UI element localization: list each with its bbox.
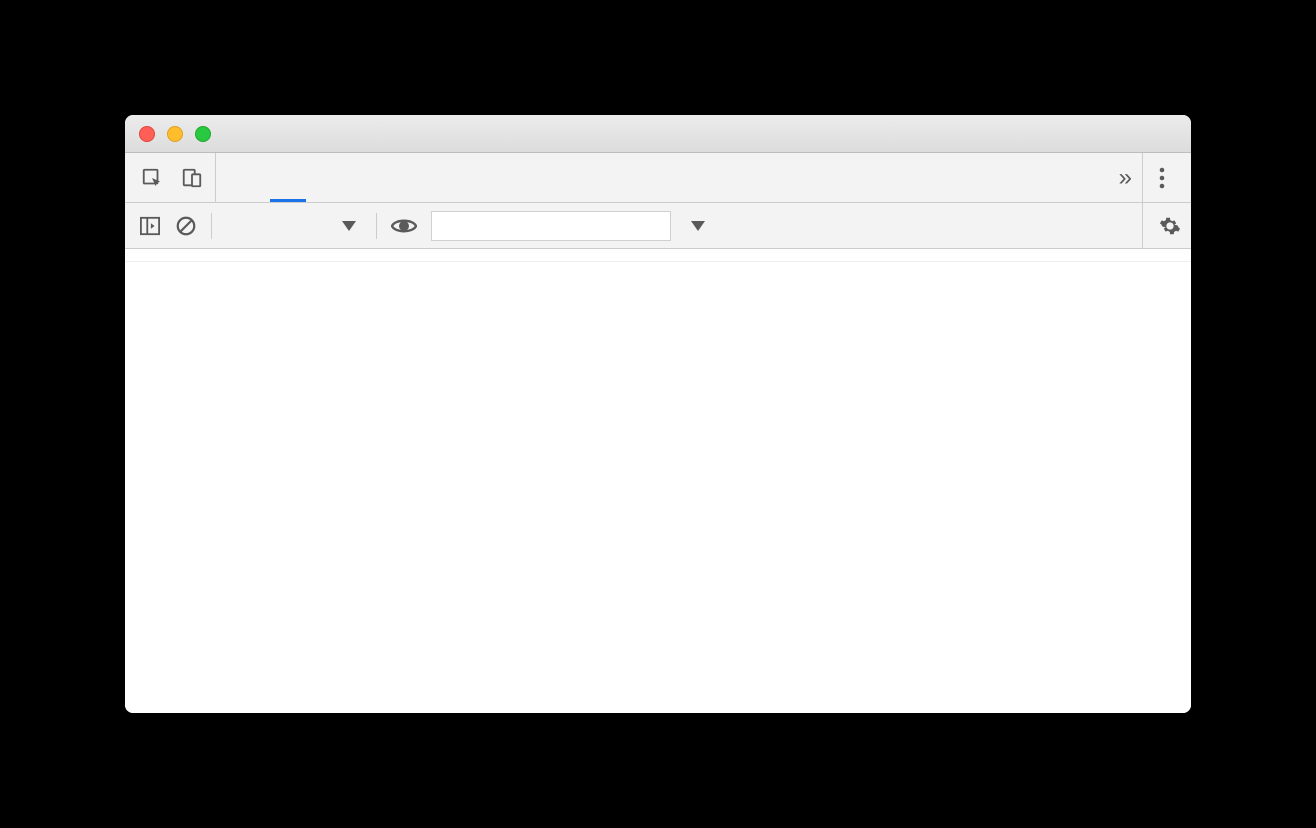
panel-tabbar: » bbox=[125, 153, 1191, 203]
filter-input[interactable] bbox=[431, 211, 671, 241]
log-levels-select[interactable] bbox=[685, 221, 705, 231]
console-prompt[interactable] bbox=[125, 262, 1191, 274]
tab-console[interactable] bbox=[270, 153, 306, 202]
console-output bbox=[125, 249, 1191, 713]
devtools-window: » bbox=[125, 115, 1191, 713]
chevron-down-icon bbox=[342, 221, 356, 231]
close-window-button[interactable] bbox=[139, 126, 155, 142]
tab-performance[interactable] bbox=[378, 153, 414, 202]
settings-menu-button[interactable] bbox=[1142, 153, 1181, 202]
titlebar bbox=[125, 115, 1191, 153]
tabbar-right: » bbox=[1119, 153, 1191, 202]
panel-tabs bbox=[216, 153, 414, 202]
tab-elements[interactable] bbox=[234, 153, 270, 202]
console-settings-icon[interactable] bbox=[1142, 203, 1181, 248]
tab-sources[interactable] bbox=[306, 153, 342, 202]
inspect-controls bbox=[125, 153, 216, 202]
live-expression-icon[interactable] bbox=[391, 217, 417, 235]
log-message-row bbox=[125, 249, 1191, 262]
window-controls bbox=[125, 126, 211, 142]
toggle-console-sidebar-icon[interactable] bbox=[139, 216, 161, 236]
execution-context-select[interactable] bbox=[226, 221, 362, 231]
console-toolbar bbox=[125, 203, 1191, 249]
device-toolbar-icon[interactable] bbox=[181, 167, 203, 189]
divider bbox=[211, 213, 212, 239]
divider bbox=[376, 213, 377, 239]
zoom-window-button[interactable] bbox=[195, 126, 211, 142]
tab-network[interactable] bbox=[342, 153, 378, 202]
inspect-element-icon[interactable] bbox=[141, 167, 163, 189]
minimize-window-button[interactable] bbox=[167, 126, 183, 142]
clear-console-icon[interactable] bbox=[175, 215, 197, 237]
chevron-down-icon bbox=[691, 221, 705, 231]
more-tabs-icon[interactable]: » bbox=[1119, 164, 1126, 192]
